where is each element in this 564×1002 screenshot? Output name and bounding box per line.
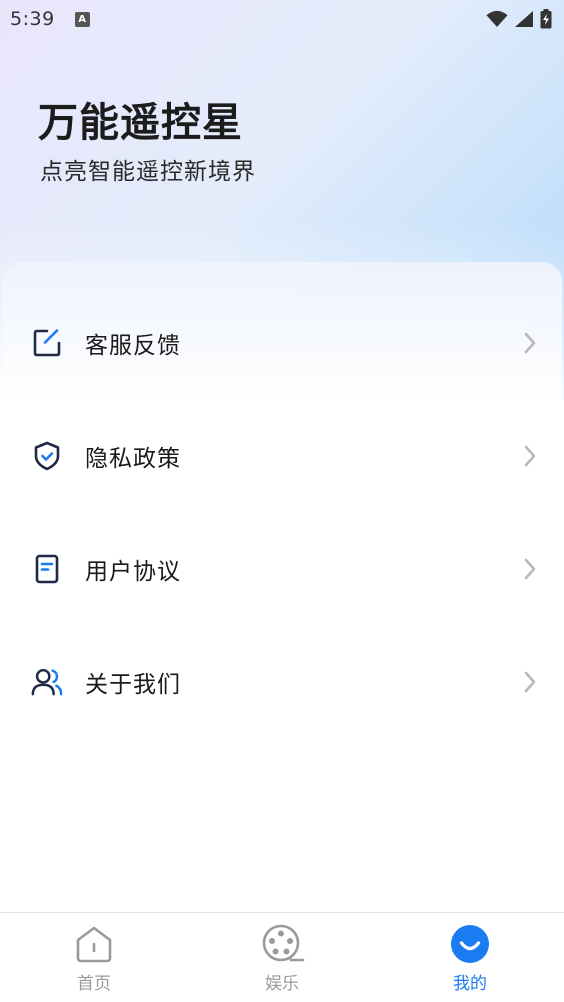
signal-icon (515, 11, 533, 27)
wifi-icon (486, 10, 508, 27)
status-bar: 5:39 A (0, 0, 564, 38)
status-time: 5:39 (10, 8, 55, 30)
tab-label-mine: 我的 (453, 974, 487, 994)
chevron-right-icon (520, 669, 540, 695)
bottom-tab-bar: 首页 娱乐 我的 (0, 912, 564, 1002)
chevron-right-icon (520, 330, 540, 356)
menu-item-feedback[interactable]: 客服反馈 (30, 313, 540, 373)
menu-label-agreement: 用户协议 (85, 559, 181, 585)
feedback-edit-icon (30, 326, 64, 360)
app-subtitle: 点亮智能遥控新境界 (40, 159, 256, 185)
menu-item-agreement[interactable]: 用户协议 (30, 539, 540, 599)
tab-label-home: 首页 (77, 974, 111, 994)
document-icon (30, 552, 64, 586)
menu-item-privacy[interactable]: 隐私政策 (30, 426, 540, 486)
menu-label-privacy: 隐私政策 (85, 446, 181, 472)
users-icon (30, 665, 64, 699)
smile-face-icon (449, 923, 491, 965)
notification-a-icon: A (74, 11, 90, 27)
chevron-right-icon (520, 443, 540, 469)
tab-home[interactable]: 首页 (0, 913, 188, 1002)
tab-entertainment[interactable]: 娱乐 (188, 913, 376, 1002)
shield-check-icon (30, 439, 64, 473)
menu-label-about: 关于我们 (85, 672, 181, 698)
tab-label-entertainment: 娱乐 (265, 974, 299, 994)
menu-label-feedback: 客服反馈 (85, 333, 181, 359)
battery-charging-icon (540, 9, 552, 29)
menu-item-about[interactable]: 关于我们 (30, 652, 540, 712)
status-indicators (486, 9, 552, 29)
tab-mine[interactable]: 我的 (376, 913, 564, 1002)
film-reel-icon (261, 923, 305, 965)
chevron-right-icon (520, 556, 540, 582)
home-icon (73, 923, 115, 965)
app-title: 万能遥控星 (38, 100, 243, 146)
